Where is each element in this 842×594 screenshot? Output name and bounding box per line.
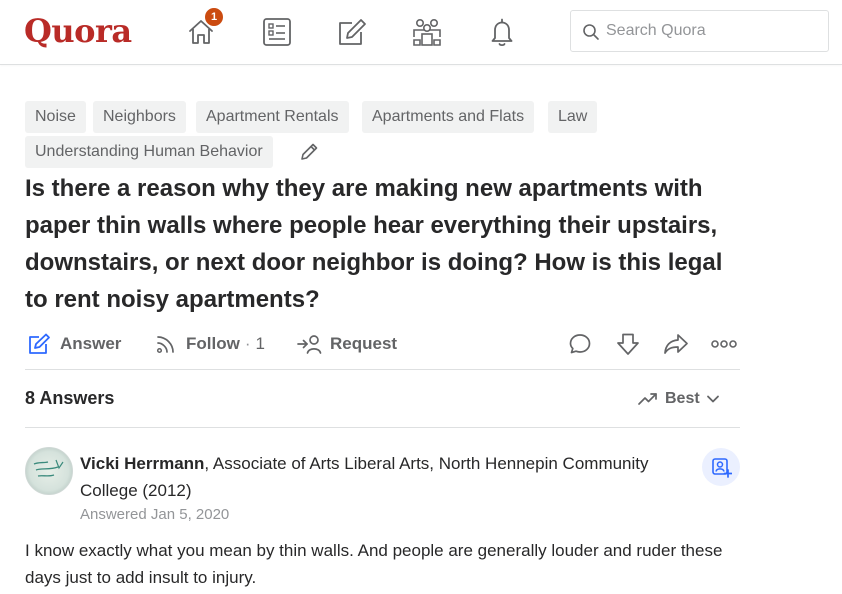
sort-label: Best — [665, 390, 700, 407]
downvote-button[interactable] — [612, 328, 644, 360]
answers-header-divider — [25, 427, 740, 428]
more-options-icon — [711, 340, 737, 348]
answer-button[interactable]: Answer — [27, 330, 121, 358]
notification-badge: 1 — [204, 7, 224, 27]
avatar-image — [33, 459, 64, 477]
chevron-down-icon — [706, 395, 719, 403]
following-nav-button[interactable] — [259, 14, 295, 50]
edit-topics-icon[interactable] — [297, 140, 321, 164]
request-label: Request — [330, 334, 398, 353]
answer-pencil-icon — [29, 333, 50, 354]
follow-button[interactable]: Follow · 1 — [154, 330, 265, 358]
comment-button[interactable] — [564, 328, 596, 360]
follow-person-icon — [712, 458, 732, 478]
notifications-nav-button[interactable] — [484, 14, 520, 50]
share-button[interactable] — [660, 328, 692, 360]
question-title: Is there a reason why they are making ne… — [25, 175, 723, 313]
following-icon — [263, 18, 291, 46]
share-icon — [664, 334, 688, 354]
answer-nav-button[interactable] — [334, 14, 370, 50]
topic-chip-noise[interactable]: Noise — [25, 101, 86, 133]
follow-author-button[interactable] — [702, 448, 740, 486]
notifications-icon — [491, 18, 513, 47]
spaces-icon — [413, 19, 441, 46]
author-credential-line: Vicki Herrmann, Associate of Arts Libera… — [80, 450, 690, 504]
topic-chip-apartments-and-flats[interactable]: Apartments and Flats — [362, 101, 535, 133]
answered-date[interactable]: Answered Jan 5, 2020 — [80, 506, 229, 523]
author-name[interactable]: Vicki Herrmann — [80, 454, 204, 473]
more-options-button[interactable] — [708, 328, 740, 360]
downvote-icon — [617, 333, 639, 355]
rss-icon — [156, 336, 174, 354]
spaces-nav-button[interactable] — [409, 14, 445, 50]
author-avatar[interactable] — [25, 447, 73, 495]
top-nav-bar: Quora 1 — [0, 0, 842, 65]
search-box[interactable] — [570, 10, 829, 52]
trending-icon — [638, 393, 657, 405]
follow-count: 1 — [255, 334, 265, 353]
sort-dropdown[interactable]: Best — [637, 386, 720, 412]
search-icon — [583, 24, 599, 40]
answers-count: 8 Answers — [25, 388, 115, 408]
request-button[interactable]: Request — [296, 330, 397, 358]
answer-body: I know exactly what you mean by thin wal… — [25, 541, 723, 587]
quora-logo[interactable]: Quora — [24, 12, 132, 50]
topic-chip-apartment-rentals[interactable]: Apartment Rentals — [196, 101, 349, 133]
answer-icon — [339, 19, 366, 45]
comment-icon — [569, 334, 591, 354]
topic-chip-law[interactable]: Law — [548, 101, 598, 133]
follow-separator: · — [244, 334, 251, 353]
action-bar-divider — [25, 369, 740, 370]
follow-label: Follow — [186, 334, 240, 353]
answer-label: Answer — [60, 334, 122, 353]
search-input[interactable] — [606, 19, 816, 43]
topic-chip-understanding-human-behavior[interactable]: Understanding Human Behavior — [25, 136, 273, 168]
request-icon — [297, 335, 322, 354]
topic-chip-neighbors[interactable]: Neighbors — [93, 101, 186, 133]
